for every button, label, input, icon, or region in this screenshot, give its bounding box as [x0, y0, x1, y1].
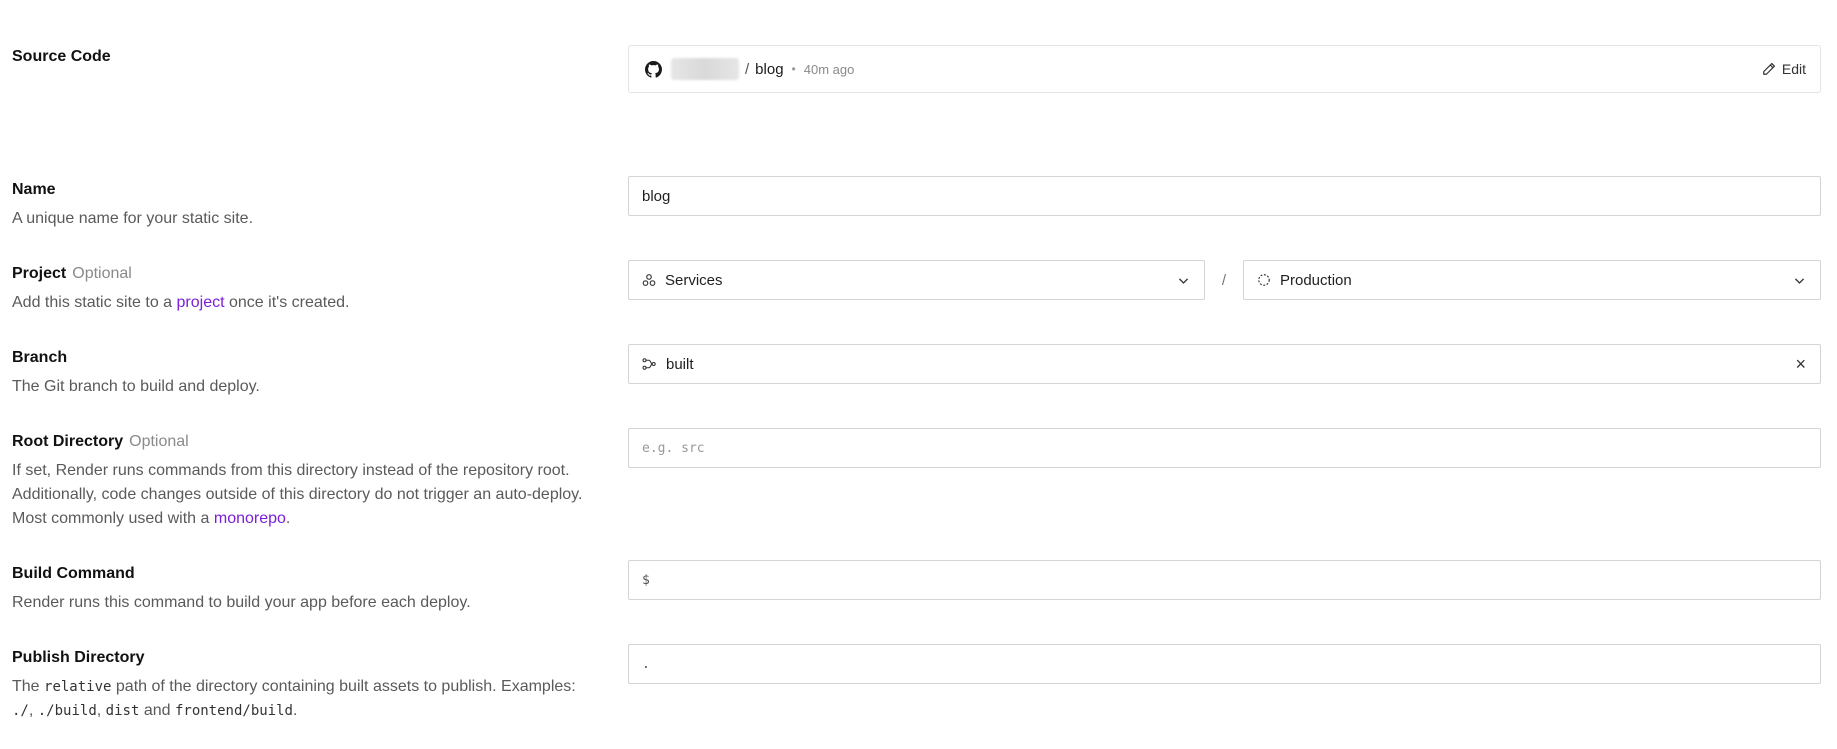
build-command-input[interactable]: $ — [628, 560, 1821, 600]
build-command-description: Render runs this command to build your a… — [12, 594, 471, 611]
project-desc-after: once it's created. — [224, 294, 350, 311]
root-directory-title-text: Root Directory — [12, 433, 124, 450]
publish-example-1: ./ — [12, 703, 29, 719]
source-code-title: Source Code — [12, 48, 111, 65]
root-directory-desc-line3: Most commonly used with a monorepo. — [12, 507, 612, 531]
publish-comma-1: , — [28, 702, 38, 719]
project-description: Add this static site to a project once i… — [12, 291, 612, 315]
project-environment-selects: Services / Production — [628, 260, 1821, 300]
publish-and: and — [139, 702, 175, 719]
project-title-text: Project — [12, 265, 67, 282]
environment-select[interactable]: Production — [1243, 260, 1821, 300]
project-desc-before: Add this static site to a — [12, 294, 177, 311]
root-directory-placeholder: e.g. src — [642, 440, 705, 456]
github-icon — [645, 60, 662, 78]
publish-desc-relative-code: relative — [44, 679, 112, 695]
pencil-icon — [1762, 62, 1776, 76]
name-input-value: blog — [642, 187, 671, 205]
project-docs-link[interactable]: project — [177, 294, 225, 311]
publish-period: . — [292, 702, 298, 719]
last-updated-time: 40m ago — [803, 61, 855, 77]
publish-directory-input[interactable]: . — [628, 644, 1821, 684]
project-title: Project Optional — [12, 264, 612, 284]
publish-example-2: ./build — [37, 703, 97, 719]
publish-desc-mid: path of the directory containing built a… — [111, 678, 576, 695]
publish-desc-the: The — [12, 678, 45, 695]
publish-comma-2: , — [96, 702, 106, 719]
dot-separator: • — [791, 62, 796, 76]
build-command-title: Build Command — [12, 565, 135, 582]
edit-label: Edit — [1781, 61, 1806, 77]
publish-example-3: dist — [105, 703, 140, 719]
build-command-prefix: $ — [642, 572, 650, 588]
publish-directory-value: . — [642, 656, 650, 672]
monorepo-docs-link[interactable]: monorepo — [214, 510, 286, 527]
root-directory-input[interactable]: e.g. src — [628, 428, 1821, 468]
publish-directory-desc-line2: ./, ./build, dist and frontend/build. — [12, 699, 612, 723]
edit-source-button[interactable]: Edit — [1762, 46, 1806, 92]
root-directory-desc-line2: Additionally, code changes outside of th… — [12, 486, 583, 503]
chevron-down-icon — [1793, 274, 1806, 291]
name-input[interactable]: blog — [628, 176, 1821, 216]
root-directory-desc-line3-after: . — [285, 510, 291, 527]
project-select[interactable]: Services — [628, 260, 1205, 300]
repo-owner-redacted — [671, 58, 739, 80]
environment-select-value: Production — [1280, 271, 1352, 289]
name-title: Name — [12, 181, 56, 198]
root-directory-optional-tag: Optional — [129, 433, 189, 450]
publish-directory-title: Publish Directory — [12, 649, 145, 666]
source-code-box: / blog • 40m ago Edit — [628, 45, 1821, 93]
chevron-down-icon — [1177, 274, 1190, 291]
project-cluster-icon — [642, 273, 656, 287]
select-separator: / — [1221, 271, 1227, 289]
environment-dashed-circle-icon — [1257, 273, 1271, 287]
branch-title: Branch — [12, 349, 68, 366]
git-branch-icon — [642, 357, 657, 371]
root-directory-desc-line1: If set, Render runs commands from this d… — [12, 462, 570, 479]
name-description: A unique name for your static site. — [12, 210, 254, 227]
branch-select-value: built — [666, 355, 694, 373]
project-select-value: Services — [665, 271, 723, 289]
publish-directory-description: The relative path of the directory conta… — [12, 675, 612, 723]
root-directory-description: If set, Render runs commands from this d… — [12, 459, 612, 531]
clear-branch-button[interactable]: × — [1795, 345, 1806, 383]
branch-description: The Git branch to build and deploy. — [12, 378, 260, 395]
root-directory-title: Root Directory Optional — [12, 432, 612, 452]
publish-example-4: frontend/build — [174, 703, 293, 719]
publish-directory-desc-line1: The relative path of the directory conta… — [12, 675, 612, 699]
project-optional-tag: Optional — [72, 265, 132, 282]
close-icon: × — [1795, 353, 1806, 374]
repo-name-link[interactable]: blog — [755, 61, 783, 78]
static-site-settings-form: Source Code / blog • 40m ago Edit Name A… — [0, 0, 1837, 749]
root-directory-desc-line3-before: Most commonly used with a — [12, 510, 214, 527]
branch-select[interactable]: built × — [628, 344, 1821, 384]
repo-separator: / — [745, 60, 750, 78]
